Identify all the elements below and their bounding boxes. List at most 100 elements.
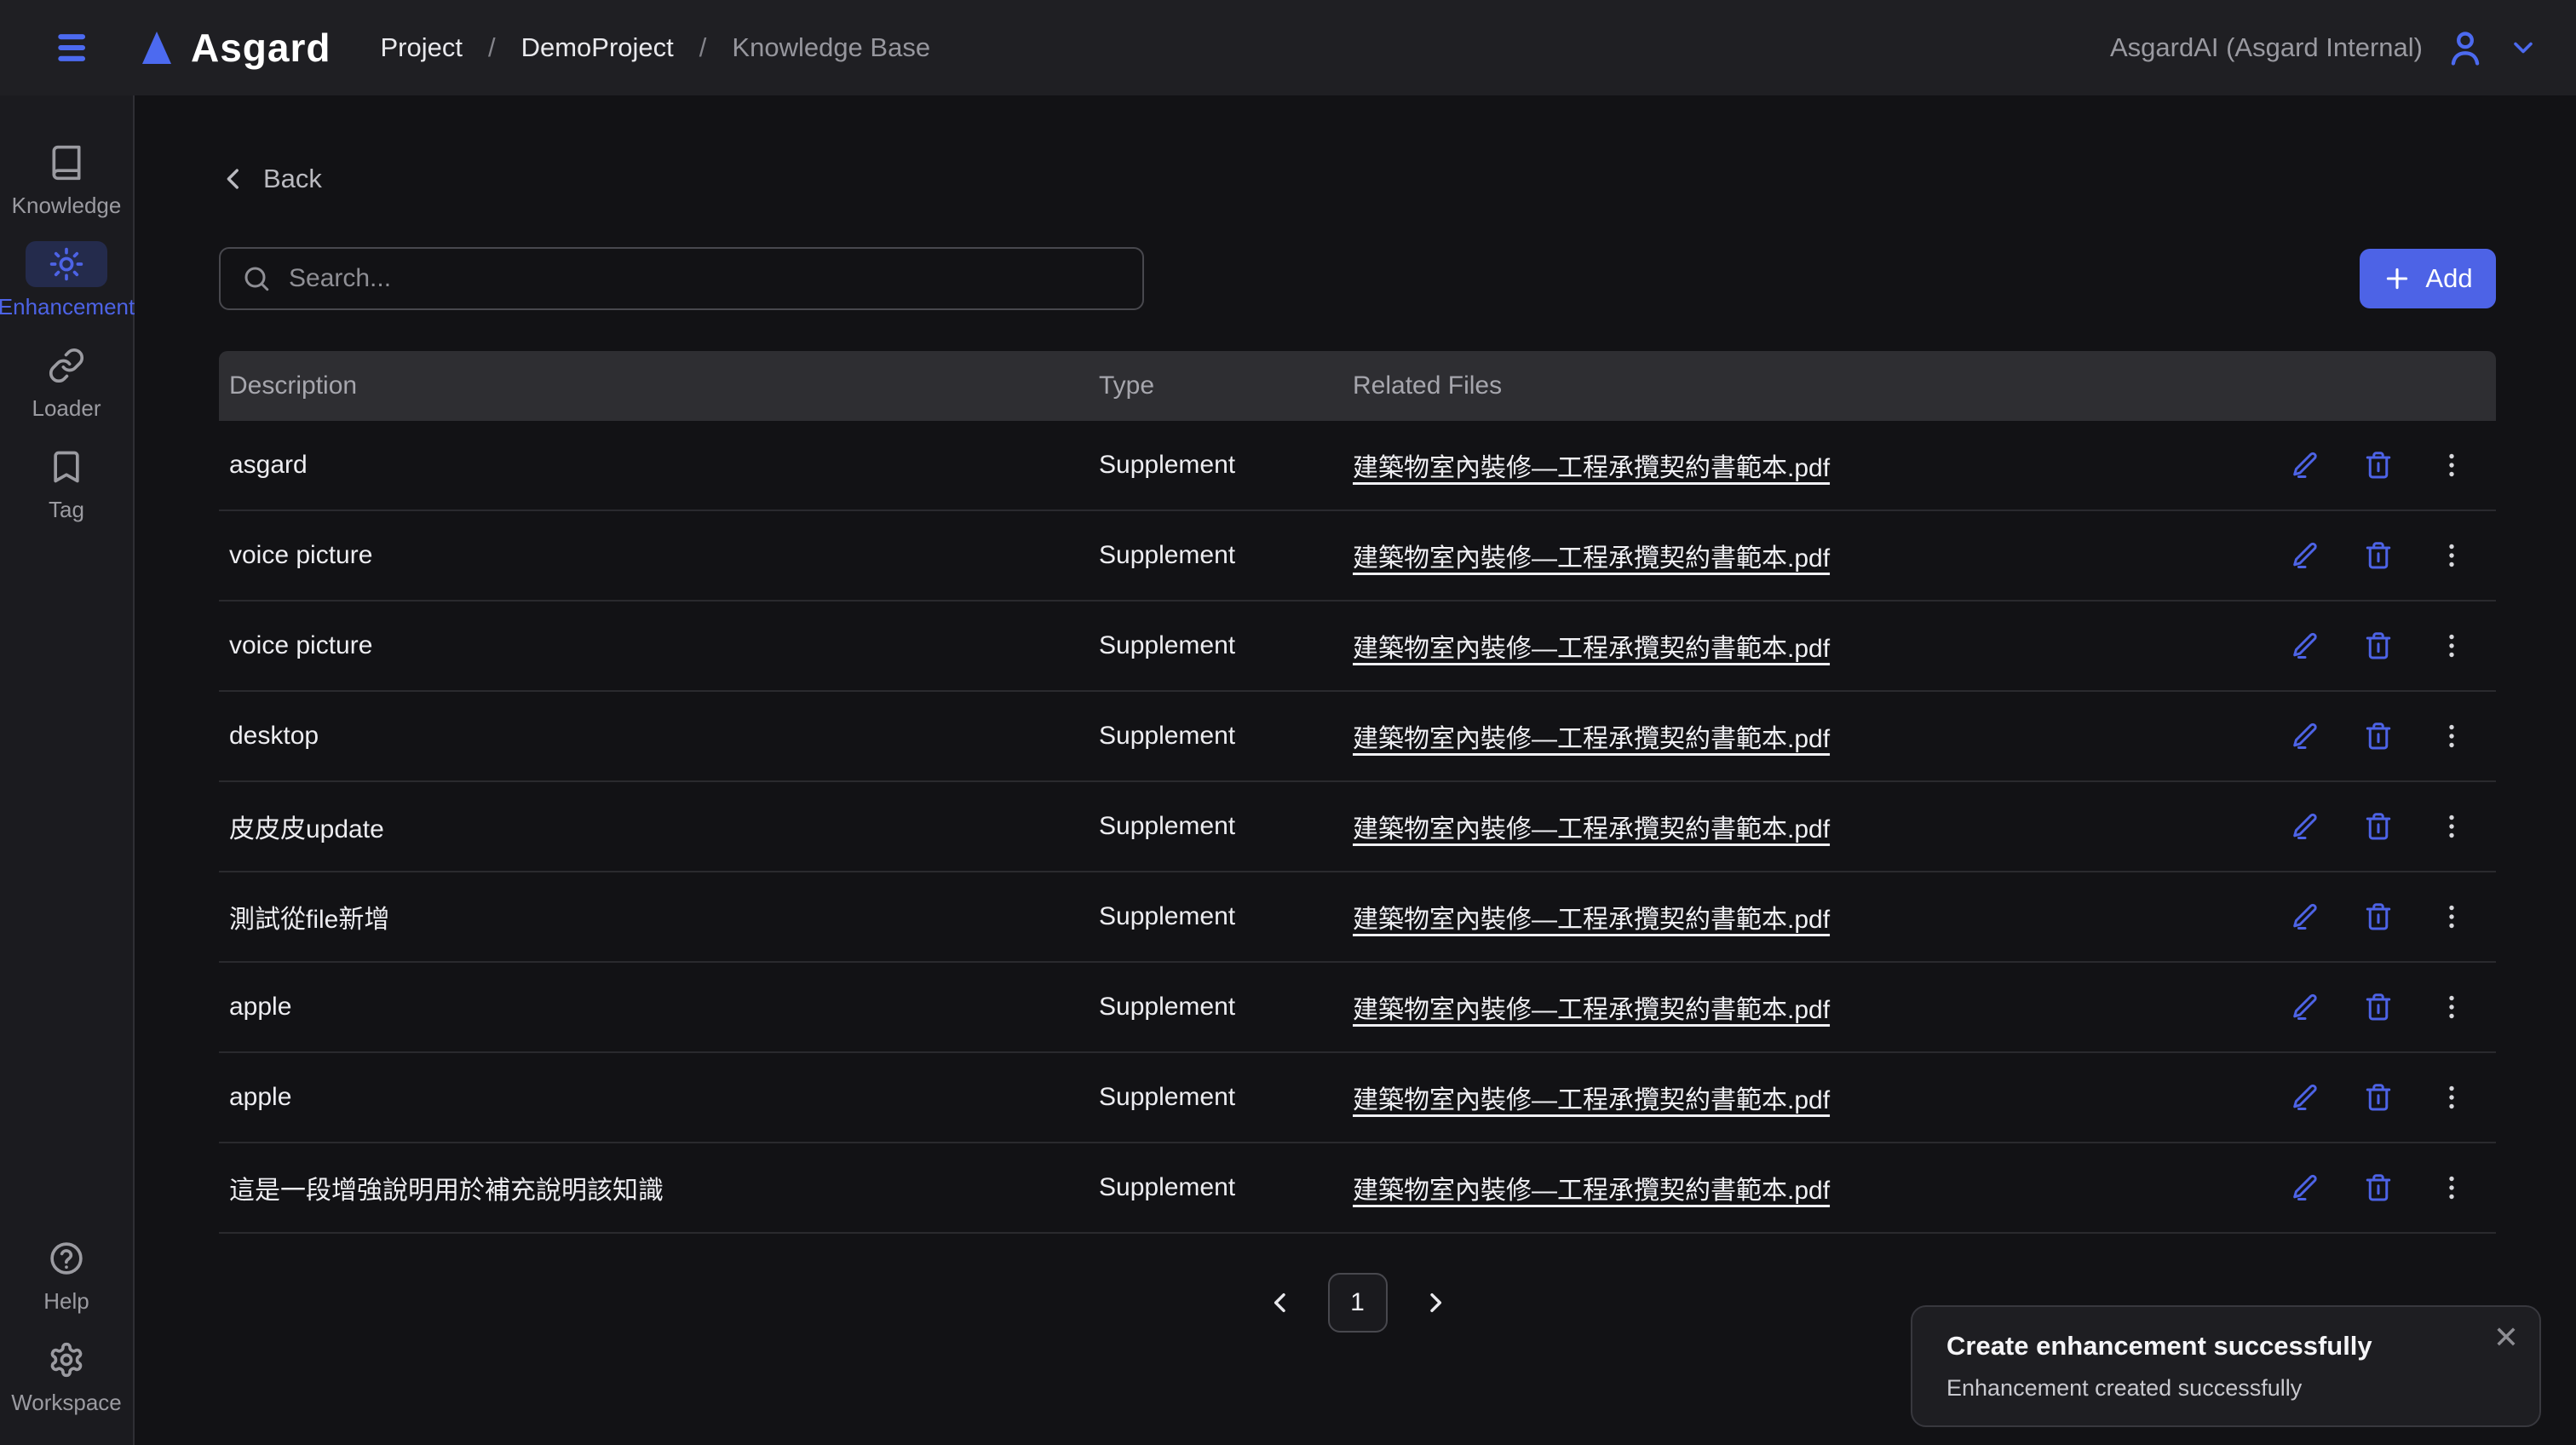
main-content: Back Add Description Type Related Files … [135, 95, 2576, 1445]
search-input[interactable] [289, 264, 1122, 293]
breadcrumb-project[interactable]: Project [380, 32, 462, 63]
gear-icon [26, 1337, 107, 1383]
related-file-link[interactable]: 建築物室內裝修—工程承攬契約書範本.pdf [1353, 1079, 1830, 1116]
sidebar-item-label: Enhancement [0, 294, 135, 320]
row-description: apple [229, 993, 1099, 1022]
toast-message: Enhancement created successfully [1946, 1375, 2505, 1402]
related-file-link[interactable]: 建築物室內裝修—工程承攬契約書範本.pdf [1353, 898, 1830, 936]
table-row: desktop Supplement 建築物室內裝修—工程承攬契約書範本.pdf [219, 692, 2496, 782]
edit-button[interactable] [2290, 1172, 2320, 1203]
add-button[interactable]: Add [2360, 249, 2496, 308]
sidebar-item-tag[interactable]: Tag [26, 444, 107, 523]
row-type: Supplement [1099, 541, 1353, 570]
related-file-link[interactable]: 建築物室內裝修—工程承攬契約書範本.pdf [1353, 808, 1830, 845]
table-row: 這是一段增強說明用於補充說明該知識 Supplement 建築物室內裝修—工程承… [219, 1143, 2496, 1234]
column-header-type: Type [1099, 371, 1353, 400]
edit-button[interactable] [2290, 721, 2320, 751]
more-options-button[interactable] [2436, 992, 2467, 1022]
account-menu[interactable]: AsgardAI (Asgard Internal) [2110, 26, 2539, 70]
delete-button[interactable] [2363, 721, 2394, 751]
breadcrumb-separator: / [699, 32, 707, 63]
toast-close-button[interactable]: ✕ [2493, 1322, 2519, 1353]
pencil-icon [2290, 811, 2320, 842]
sidebar-item-loader[interactable]: Loader [26, 343, 107, 422]
controls-row: Add [219, 247, 2496, 310]
row-description: voice picture [229, 541, 1099, 570]
pagination-page-1[interactable]: 1 [1328, 1273, 1388, 1333]
more-options-button[interactable] [2436, 721, 2467, 751]
related-file-link[interactable]: 建築物室內裝修—工程承攬契約書範本.pdf [1353, 1169, 1830, 1206]
pencil-icon [2290, 1082, 2320, 1113]
chevron-left-icon [1267, 1289, 1294, 1316]
more-options-button[interactable] [2436, 540, 2467, 571]
table-row: voice picture Supplement 建築物室內裝修—工程承攬契約書… [219, 602, 2496, 692]
more-options-button[interactable] [2436, 1172, 2467, 1203]
delete-button[interactable] [2363, 540, 2394, 571]
table-row: apple Supplement 建築物室內裝修—工程承攬契約書範本.pdf [219, 1053, 2496, 1143]
row-type: Supplement [1099, 1083, 1353, 1112]
search-icon [241, 263, 272, 294]
edit-button[interactable] [2290, 992, 2320, 1022]
delete-button[interactable] [2363, 901, 2394, 932]
row-type: Supplement [1099, 631, 1353, 660]
toast-title: Create enhancement successfully [1946, 1331, 2505, 1362]
more-options-button[interactable] [2436, 811, 2467, 842]
delete-button[interactable] [2363, 992, 2394, 1022]
sun-icon [26, 241, 107, 287]
pagination-prev-button[interactable] [1260, 1282, 1301, 1323]
delete-button[interactable] [2363, 811, 2394, 842]
sidebar-item-label: Knowledge [12, 193, 122, 219]
brand-logo[interactable]: Asgard [136, 25, 331, 71]
related-file-link[interactable]: 建築物室內裝修—工程承攬契約書範本.pdf [1353, 446, 1830, 484]
sidebar-item-workspace[interactable]: Workspace [11, 1337, 122, 1416]
row-description: 皮皮皮update [229, 808, 1099, 845]
delete-button[interactable] [2363, 1082, 2394, 1113]
edit-button[interactable] [2290, 1082, 2320, 1113]
pagination-next-button[interactable] [1415, 1282, 1456, 1323]
back-button[interactable]: Back [219, 164, 322, 194]
sidebar-item-enhancement[interactable]: Enhancement [0, 241, 135, 320]
row-type: Supplement [1099, 451, 1353, 480]
bookmark-icon [26, 444, 107, 490]
breadcrumb-demoproject[interactable]: DemoProject [521, 32, 674, 63]
edit-button[interactable] [2290, 540, 2320, 571]
more-options-button[interactable] [2436, 1082, 2467, 1113]
sidebar-item-help[interactable]: Help [26, 1235, 107, 1315]
row-actions [2263, 1082, 2467, 1113]
row-description: 測試從file新增 [229, 898, 1099, 936]
back-label: Back [263, 164, 322, 194]
enhancement-table: Description Type Related Files asgard Su… [219, 351, 2496, 1234]
related-file-link[interactable]: 建築物室內裝修—工程承攬契約書範本.pdf [1353, 717, 1830, 755]
row-type: Supplement [1099, 1173, 1353, 1202]
top-navbar: Asgard Project / DemoProject / Knowledge… [0, 0, 2576, 95]
user-icon [2443, 26, 2487, 70]
vertical-dots-icon [2436, 630, 2467, 661]
sidebar-item-knowledge[interactable]: Knowledge [12, 140, 122, 219]
pencil-icon [2290, 901, 2320, 932]
trash-icon [2363, 630, 2394, 661]
toast-notification: ✕ Create enhancement successfully Enhanc… [1911, 1305, 2541, 1427]
trash-icon [2363, 1172, 2394, 1203]
related-file-link[interactable]: 建築物室內裝修—工程承攬契約書範本.pdf [1353, 537, 1830, 574]
delete-button[interactable] [2363, 1172, 2394, 1203]
more-options-button[interactable] [2436, 901, 2467, 932]
edit-button[interactable] [2290, 630, 2320, 661]
related-file-link[interactable]: 建築物室內裝修—工程承攬契約書範本.pdf [1353, 627, 1830, 665]
hamburger-menu-icon[interactable] [53, 24, 101, 72]
edit-button[interactable] [2290, 901, 2320, 932]
edit-button[interactable] [2290, 450, 2320, 481]
pencil-icon [2290, 540, 2320, 571]
row-actions [2263, 450, 2467, 481]
delete-button[interactable] [2363, 630, 2394, 661]
delete-button[interactable] [2363, 450, 2394, 481]
more-options-button[interactable] [2436, 630, 2467, 661]
book-icon [26, 140, 107, 186]
row-description: apple [229, 1083, 1099, 1112]
trash-icon [2363, 992, 2394, 1022]
related-file-link[interactable]: 建築物室內裝修—工程承攬契約書範本.pdf [1353, 988, 1830, 1026]
row-description: asgard [229, 451, 1099, 480]
more-options-button[interactable] [2436, 450, 2467, 481]
edit-button[interactable] [2290, 811, 2320, 842]
sidebar-bottom-group: Help Workspace [11, 1235, 122, 1416]
breadcrumb: Project / DemoProject / Knowledge Base [380, 32, 930, 63]
